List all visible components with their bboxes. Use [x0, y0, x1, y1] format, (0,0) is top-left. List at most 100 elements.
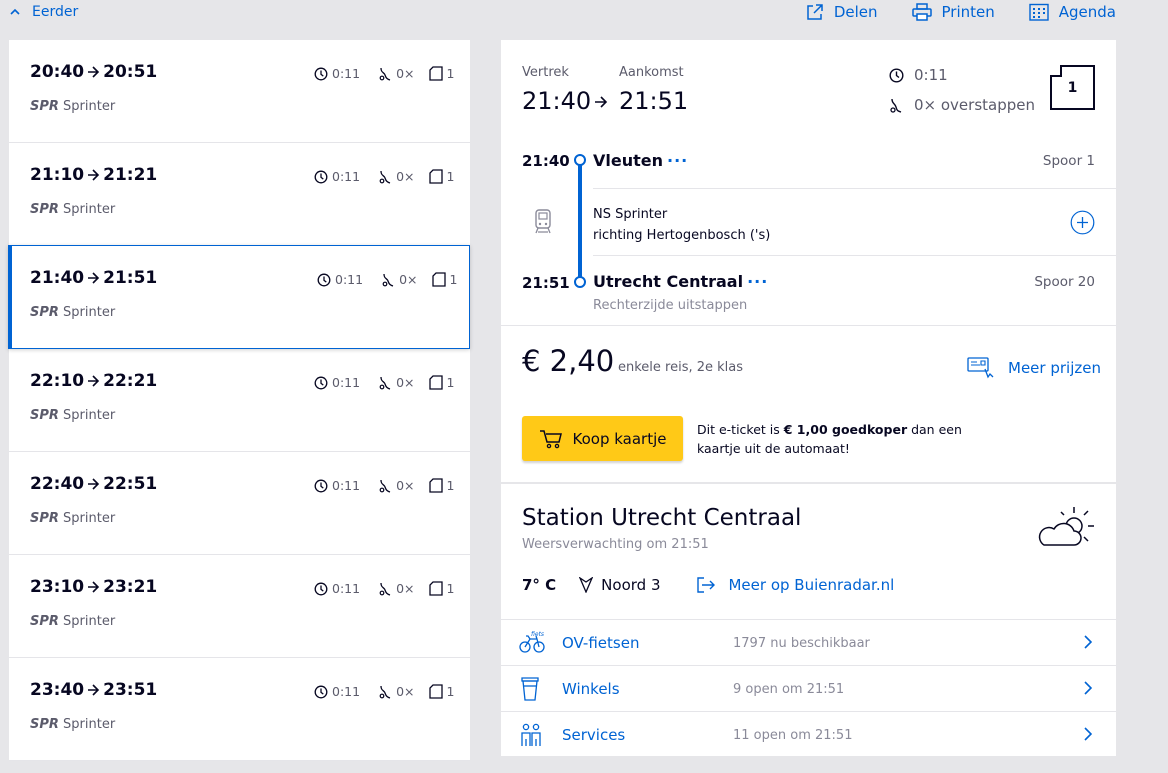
clock-icon [889, 67, 904, 83]
trip-service: SPR Sprinter [30, 408, 115, 423]
buienradar-link[interactable]: Meer op Buienradar.nl [728, 576, 894, 594]
to-time: 21:51 [522, 274, 570, 292]
crowd-value: 1 [1067, 79, 1078, 96]
forecast-label: Weersverwachting om 21:51 [522, 537, 709, 552]
buy-ticket-label: Koop kaartje [572, 429, 667, 448]
chevron-right-icon [1084, 635, 1092, 649]
expand-plus-icon[interactable] [1070, 210, 1095, 235]
train-type-name: Sprinter [63, 511, 116, 526]
arrow-right-icon [87, 66, 100, 78]
print-label: Printen [941, 3, 995, 21]
agenda-button[interactable]: Agenda [1029, 3, 1116, 21]
station-facility-row[interactable]: Services 11 open om 21:51 [501, 712, 1116, 758]
share-button[interactable]: Delen [806, 3, 878, 21]
train-type-name: Sprinter [63, 202, 116, 217]
clock-icon [314, 170, 328, 184]
trip-meta: 0:11 0× 1 [314, 478, 454, 493]
ticket-icon [967, 357, 994, 379]
weather-row: 7° C Noord 3 Meer op Buienradar.nl [522, 576, 894, 594]
facility-availability: 1797 nu beschikbaar [733, 636, 870, 651]
more-dots-icon[interactable]: ··· [667, 151, 688, 170]
clock-icon [314, 582, 328, 596]
transfers-summary: 0× overstappen [889, 96, 1035, 114]
trip-duration-value: 0:11 [332, 66, 361, 81]
route-node-end [574, 276, 586, 288]
svg-text:fiets: fiets [531, 631, 544, 638]
trip-option-row[interactable]: 23:10 23:21 0:11 0× 1 SPR Sprinter [9, 555, 470, 658]
cup-icon [519, 677, 541, 701]
agenda-label: Agenda [1058, 3, 1116, 21]
trip-crowd: 1 [428, 581, 454, 596]
trip-arrival-time: 23:51 [103, 680, 158, 700]
trip-crowd-value: 1 [446, 375, 455, 390]
train-type-code: SPR [30, 408, 59, 423]
trip-arrival-time: 23:21 [103, 577, 158, 597]
buy-note-text: Dit e-ticket is [697, 422, 784, 437]
facility-name: Services [562, 726, 626, 744]
trip-crowd-value: 1 [446, 66, 455, 81]
trip-transfers: 0× [378, 169, 415, 184]
trip-option-row[interactable]: 22:10 22:21 0:11 0× 1 SPR Sprinter [9, 349, 470, 452]
calendar-icon [1029, 3, 1049, 21]
trip-departure-time: 21:40 [30, 268, 85, 288]
trip-service: SPR Sprinter [30, 511, 115, 526]
crowd-icon [428, 581, 443, 596]
trip-duration: 0:11 [317, 272, 363, 287]
trip-transfers-value: 0× [396, 581, 415, 596]
trip-duration: 0:11 [314, 684, 360, 699]
trip-times: 20:40 20:51 [30, 62, 157, 82]
trip-duration-value: 0:11 [332, 478, 361, 493]
trip-option-row[interactable]: 20:40 20:51 0:11 0× 1 SPR Sprinter [9, 40, 470, 143]
station-facility-row[interactable]: Winkels 9 open om 21:51 [501, 666, 1116, 712]
crowd-indicator: 1 [1050, 65, 1095, 110]
trip-option-row[interactable]: 23:40 23:51 0:11 0× 1 SPR Sprinter [9, 658, 470, 761]
clock-icon [314, 479, 328, 493]
from-station[interactable]: Vleuten ··· [593, 151, 688, 170]
arrow-right-icon [87, 478, 100, 490]
divider [593, 255, 1116, 256]
duration-value: 0:11 [914, 66, 948, 84]
wind-value: Noord 3 [601, 576, 661, 594]
trip-transfers: 0× [378, 478, 415, 493]
buy-ticket-button[interactable]: Koop kaartje [522, 416, 683, 461]
to-station[interactable]: Utrecht Centraal ··· [593, 272, 768, 291]
external-link-icon[interactable] [696, 576, 716, 594]
trip-transfers-value: 0× [396, 169, 415, 184]
trip-duration-value: 0:11 [332, 169, 361, 184]
trip-arrival-time: 21:21 [103, 165, 158, 185]
print-button[interactable]: Printen [911, 3, 995, 21]
clock-icon [314, 67, 328, 81]
from-station-name: Vleuten [593, 151, 663, 170]
to-station-name: Utrecht Centraal [593, 272, 744, 291]
chevron-right-icon [1084, 727, 1092, 741]
arrow-right-icon [87, 272, 100, 284]
chevron-up-icon [10, 8, 20, 16]
trip-option-row[interactable]: 21:10 21:21 0:11 0× 1 SPR Sprinter [9, 143, 470, 246]
price-value: € 2,40 [522, 344, 615, 378]
trip-option-row[interactable]: 21:40 21:51 0:11 0× 1 SPR Sprinter [8, 245, 470, 349]
trip-transfers-value: 0× [396, 375, 415, 390]
trip-transfers: 0× [378, 375, 415, 390]
trip-crowd: 1 [428, 375, 455, 390]
trip-arrival-time: 20:51 [103, 62, 158, 82]
trip-service: SPR Sprinter [30, 305, 115, 320]
trip-departure-time: 23:10 [30, 577, 85, 597]
transfer-icon [378, 582, 392, 596]
trip-transfers-value: 0× [399, 272, 418, 287]
more-prices-link[interactable]: Meer prijzen [967, 357, 1101, 379]
arrival-time: 21:51 [619, 87, 689, 115]
trip-duration-value: 0:11 [332, 684, 361, 699]
people-icon [519, 723, 543, 747]
transfer-icon [378, 376, 392, 390]
more-prices-label: Meer prijzen [1008, 359, 1101, 377]
trip-option-row[interactable]: 22:40 22:51 0:11 0× 1 SPR Sprinter [9, 452, 470, 555]
transfer-icon [889, 98, 904, 113]
station-facility-row[interactable]: fiets OV-fietsen 1797 nu beschikbaar [501, 620, 1116, 666]
trip-crowd: 1 [428, 684, 454, 699]
trip-times: 23:10 23:21 [30, 577, 157, 597]
transfer-icon [378, 67, 392, 81]
share-icon [806, 3, 824, 21]
earlier-button[interactable]: Eerder [10, 4, 78, 20]
more-dots-icon[interactable]: ··· [747, 272, 768, 291]
temperature: 7° C [522, 576, 557, 594]
